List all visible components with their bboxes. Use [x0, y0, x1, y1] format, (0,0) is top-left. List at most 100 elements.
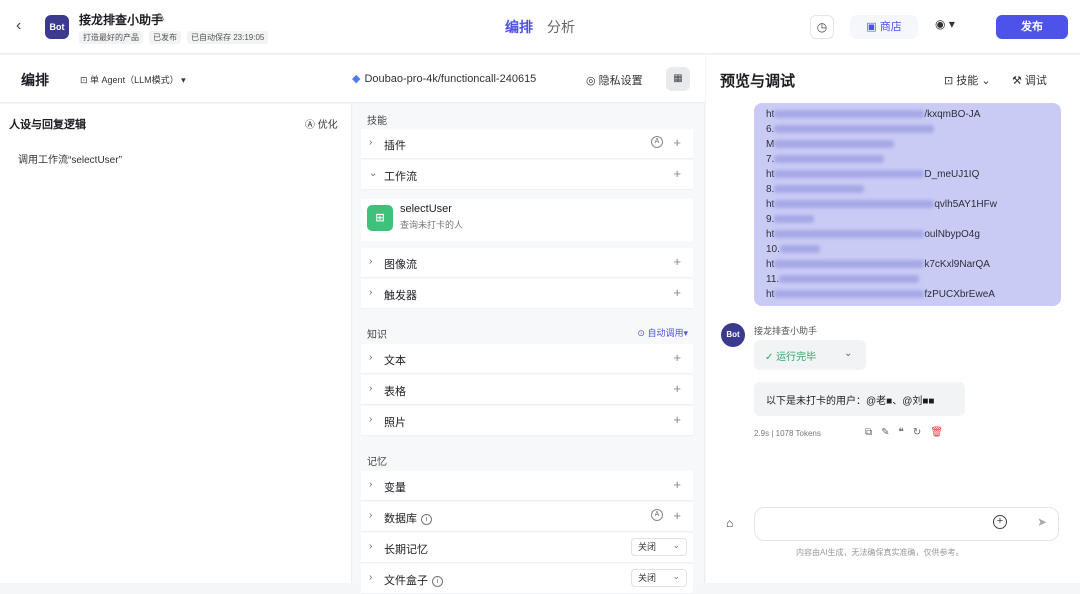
delete-icon[interactable]: 🗑: [930, 427, 943, 438]
database-label: 数据库 i: [384, 510, 432, 526]
longterm-memory-row[interactable]: › 长期记忆 关闭: [361, 533, 693, 563]
layout-button[interactable]: ▦: [666, 67, 690, 91]
run-status-card[interactable]: ✓ 运行完毕 ⌄: [754, 340, 866, 370]
message-line-suffix: oulNbypO4g: [924, 229, 980, 240]
message-line-suffix: /kxqmBO-JA: [924, 109, 981, 120]
bot-reply: 以下是未打卡的用户：@老■、@刘■■: [754, 382, 965, 416]
optimize-icon: Ⓐ: [305, 120, 318, 131]
store-button[interactable]: ▣ 商店: [850, 15, 918, 39]
tab-analysis[interactable]: 分析: [547, 17, 575, 37]
table-row[interactable]: › 表格 +: [361, 375, 693, 405]
trigger-label: 触发器: [384, 290, 417, 302]
info-icon[interactable]: i: [432, 576, 443, 587]
filebox-select[interactable]: 关闭: [631, 568, 687, 587]
redacted-text: [774, 230, 925, 239]
clear-history-icon[interactable]: ⌂: [726, 516, 733, 530]
workflow-item[interactable]: ⊞ selectUser 查询未打卡的人: [361, 199, 693, 241]
chevron-right-icon: ›: [369, 541, 373, 552]
trigger-row[interactable]: › 触发器 +: [361, 279, 693, 309]
auto-call-select[interactable]: ⊙ 自动调用▾: [637, 326, 688, 339]
user-menu[interactable]: ◉ ▾: [935, 17, 955, 31]
redacted-text: [774, 125, 935, 134]
database-row[interactable]: › 数据库 i A +: [361, 502, 693, 532]
workflow-row[interactable]: ⌄ 工作流 +: [361, 160, 693, 190]
chat-input[interactable]: + ➤: [754, 507, 1059, 541]
chevron-down-icon: ⌄: [844, 348, 853, 359]
message-line: ht fzPUCXbrEweA: [766, 287, 1049, 302]
longterm-select[interactable]: 关闭: [631, 537, 687, 556]
add-icon[interactable]: +: [673, 508, 681, 523]
workflow-desc: 查询未打卡的人: [400, 220, 464, 230]
variable-row[interactable]: › 变量 +: [361, 471, 693, 501]
debug-button[interactable]: ⚒ 调试: [1012, 72, 1047, 88]
optimize-button[interactable]: Ⓐ 优化: [305, 116, 338, 131]
photo-row[interactable]: › 照片 +: [361, 406, 693, 436]
longterm-label: 长期记忆: [384, 544, 428, 556]
bot-name: 接龙排查小助手: [79, 13, 164, 27]
persona-title: 人设与回复逻辑: [9, 119, 86, 131]
message-line: ht qvlh5AY1HFw: [766, 197, 1049, 212]
add-icon[interactable]: +: [673, 350, 681, 365]
table-label: 表格: [384, 386, 406, 398]
edit-icon[interactable]: ✎: [881, 427, 889, 438]
skill-menu[interactable]: ⊡ 技能 ⌄: [944, 72, 991, 88]
auto-icon[interactable]: A: [651, 136, 663, 148]
plugin-row[interactable]: › 插件 A +: [361, 129, 693, 159]
model-select[interactable]: ◆ Doubao-pro-4k/functioncall-240615: [352, 72, 536, 85]
agent-mode-select[interactable]: ⊡ 单 Agent（LLM模式） ▾: [80, 73, 186, 86]
variable-label: 变量: [384, 482, 406, 494]
message-line: 9.: [766, 212, 1049, 227]
response-stats: 2.9s | 1078 Tokens: [754, 429, 821, 438]
message-line-prefix: ht: [766, 259, 775, 270]
regenerate-icon[interactable]: ↻: [913, 427, 921, 438]
preview-title: 预览与调试: [720, 73, 796, 90]
edit-icon[interactable]: ✎: [156, 11, 165, 24]
workflow-name: selectUser: [400, 203, 452, 215]
message-line-prefix: ht: [766, 199, 775, 210]
history-button[interactable]: ◷: [810, 15, 834, 39]
info-icon[interactable]: i: [421, 514, 432, 525]
quote-icon[interactable]: ❝: [899, 427, 904, 438]
add-icon[interactable]: +: [673, 135, 681, 150]
redacted-text: [774, 260, 925, 269]
published-badge: 已发布: [149, 31, 181, 44]
text-row[interactable]: › 文本 +: [361, 344, 693, 374]
auto-icon[interactable]: A: [651, 509, 663, 521]
send-icon[interactable]: ➤: [1037, 515, 1047, 529]
add-icon[interactable]: +: [673, 166, 681, 181]
add-icon[interactable]: +: [673, 254, 681, 269]
copy-icon[interactable]: ⧉: [865, 427, 872, 438]
message-line: ht k7cKxl9NarQA: [766, 257, 1049, 272]
chevron-right-icon: ›: [369, 287, 373, 298]
workflow-icon: ⊞: [367, 205, 393, 231]
persona-panel: 人设与回复逻辑 Ⓐ 优化 调用工作流“selectUser”: [0, 104, 352, 583]
add-icon[interactable]: +: [673, 477, 681, 492]
chevron-right-icon: ›: [369, 479, 373, 490]
ai-disclaimer: 内容由AI生成，无法确保真实准确，仅供参考。: [796, 548, 964, 557]
redacted-text: [774, 200, 935, 209]
back-icon[interactable]: ‹: [16, 17, 34, 35]
redacted-text: [774, 290, 925, 299]
add-icon[interactable]: +: [673, 412, 681, 427]
history-icon: ◷: [816, 20, 828, 34]
knowledge-section-label: 知识: [367, 330, 387, 341]
skills-panel: 技能 › 插件 A + ⌄ 工作流 + ⊞ selectUser 查询未打卡的人…: [353, 104, 705, 594]
privacy-settings[interactable]: ◎ 隐私设置: [586, 72, 643, 88]
chevron-down-icon: ▾: [181, 75, 186, 85]
add-attachment-icon[interactable]: +: [993, 515, 1007, 529]
skill-icon: ⊡: [944, 75, 957, 87]
persona-prompt[interactable]: 调用工作流“selectUser”: [18, 151, 122, 166]
add-icon[interactable]: +: [673, 285, 681, 300]
filebox-row[interactable]: › 文件盒子 i 关闭: [361, 564, 693, 594]
debug-label: 调试: [1024, 75, 1047, 87]
publish-button[interactable]: 发布: [996, 15, 1068, 39]
skills-section-label: 技能: [367, 116, 387, 127]
message-line: ht D_meUJ1IQ: [766, 167, 1049, 182]
message-line-prefix: ht: [766, 289, 775, 300]
redacted-text: [774, 185, 865, 194]
skill-label: 技能: [956, 75, 979, 87]
tab-arrange[interactable]: 编排: [505, 17, 533, 37]
add-icon[interactable]: +: [673, 381, 681, 396]
bot-avatar: Bot: [721, 323, 745, 347]
imageflow-row[interactable]: › 图像流 +: [361, 248, 693, 278]
